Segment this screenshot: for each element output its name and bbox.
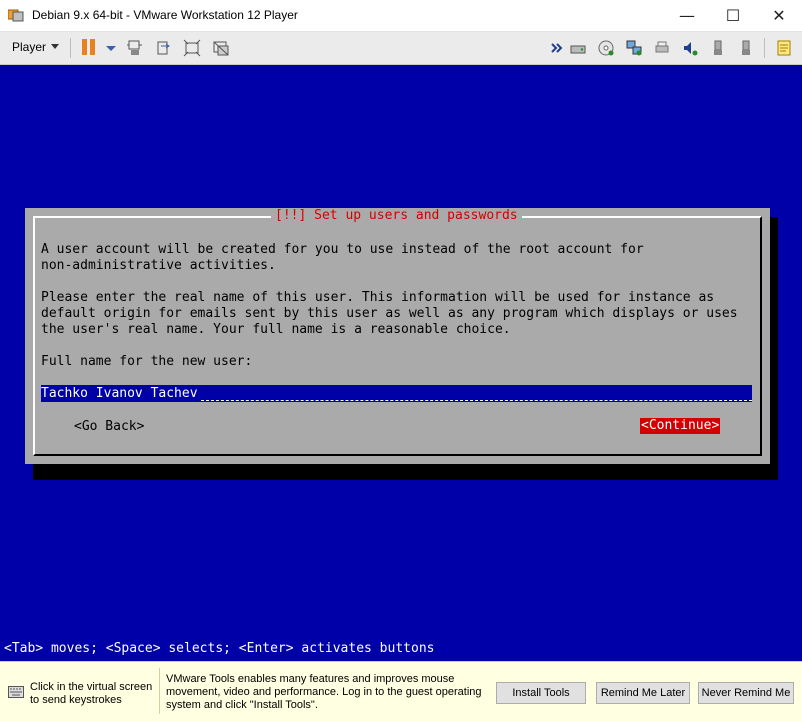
continue-button[interactable]: <Continue> [640, 418, 721, 434]
printer-icon[interactable] [653, 39, 671, 57]
remind-me-later-button[interactable]: Remind Me Later [596, 682, 690, 704]
notification-separator [159, 668, 160, 714]
more-devices-icon[interactable] [548, 39, 566, 57]
click-to-send-keystrokes-text: Click in the virtual screen to send keys… [30, 681, 153, 706]
input-underline [201, 399, 752, 401]
vmware-tools-message: VMware Tools enables many features and i… [166, 673, 482, 711]
player-menu[interactable]: Player [12, 40, 46, 54]
sound-card-icon[interactable] [681, 39, 699, 57]
usb-device-2-icon[interactable] [737, 39, 755, 57]
full-name-value: Tachko Ivanov Tachev [41, 386, 198, 401]
install-tools-button[interactable]: Install Tools [496, 682, 586, 704]
description-line-3: the user's real name. Your full name is … [41, 322, 511, 337]
hard-disk-icon[interactable] [569, 39, 587, 57]
intro-line-2: non-administrative activities. [41, 258, 276, 273]
dialog-title: [!!] Set up users and passwords [271, 208, 522, 224]
keyboard-icon [8, 686, 24, 698]
full-screen-icon[interactable] [183, 39, 201, 57]
vmware-tools-notification: Click in the virtual screen to send keys… [0, 661, 802, 721]
installer-dialog: [!!] Set up users and passwords A user a… [25, 208, 770, 464]
usb-device-icon[interactable] [709, 39, 727, 57]
close-button[interactable]: ✕ [756, 0, 802, 31]
maximize-button[interactable]: ☐ [710, 0, 756, 31]
minimize-button[interactable]: — [664, 0, 710, 31]
toolbar-separator [764, 38, 765, 58]
unity-icon[interactable] [212, 39, 230, 57]
toolbar: Player [0, 32, 802, 65]
pause-menu-arrow-icon[interactable] [102, 39, 120, 57]
keyboard-help-line: <Tab> moves; <Space> selects; <Enter> ac… [4, 641, 435, 656]
fit-guest-icon[interactable] [155, 39, 173, 57]
send-ctrl-alt-del-icon[interactable] [126, 39, 144, 57]
never-remind-me-button[interactable]: Never Remind Me [698, 682, 794, 704]
network-adapter-icon[interactable] [625, 39, 643, 57]
pause-icon[interactable] [80, 39, 98, 57]
cd-dvd-icon[interactable] [597, 39, 615, 57]
full-name-label: Full name for the new user: [41, 354, 253, 369]
description-line-2: default origin for emails sent by this u… [41, 306, 738, 321]
intro-line-1: A user account will be created for you t… [41, 242, 644, 257]
window-title: Debian 9.x 64-bit - VMware Workstation 1… [32, 8, 298, 22]
description-line-1: Please enter the real name of this user.… [41, 290, 715, 305]
close-icon: ✕ [772, 6, 786, 25]
title-bar[interactable]: Debian 9.x 64-bit - VMware Workstation 1… [0, 0, 802, 32]
message-log-icon[interactable] [775, 39, 793, 57]
toolbar-separator [70, 38, 71, 58]
player-menu-arrow-icon[interactable] [51, 44, 59, 49]
full-name-input[interactable]: Tachko Ivanov Tachev [41, 385, 752, 402]
go-back-button[interactable]: <Go Back> [74, 419, 144, 435]
minimize-icon: — [679, 6, 695, 25]
maximize-icon: ☐ [725, 6, 741, 25]
vmware-app-icon [8, 9, 24, 22]
